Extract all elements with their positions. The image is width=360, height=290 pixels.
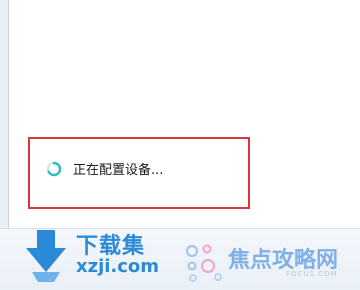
window-left-edge — [0, 0, 9, 228]
download-arrow-icon — [26, 230, 66, 282]
xzj-watermark: 下载集 xzji.com — [24, 228, 164, 288]
status-message: 正在配置设备... — [73, 163, 164, 178]
xzj-watermark-url: xzji.com — [76, 256, 160, 277]
dots-logo-icon — [186, 244, 222, 282]
loading-spinner-icon — [46, 161, 62, 177]
focus-watermark: 焦点攻略网 FOCUS.COM — [183, 238, 358, 288]
focus-watermark-subtitle: FOCUS.COM — [286, 270, 338, 278]
